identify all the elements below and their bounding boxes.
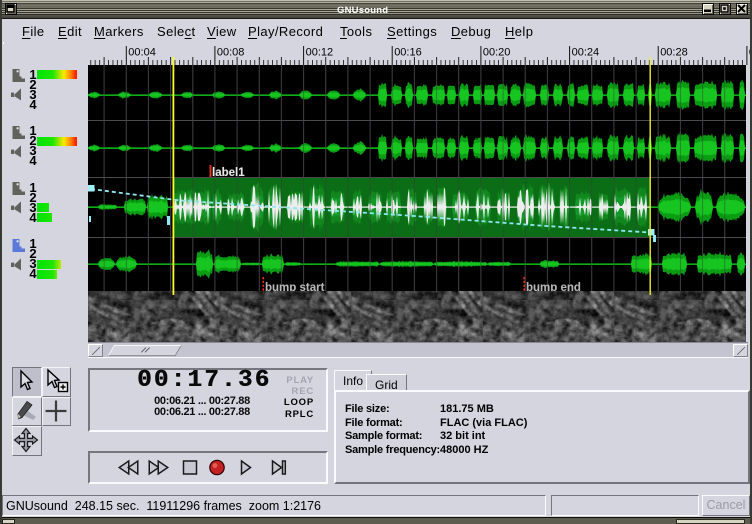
svg-text:bump start: bump start [265, 282, 325, 291]
svg-text:label1: label1 [212, 167, 245, 179]
svg-text:bump end: bump end [526, 282, 581, 291]
svg-text:00:28: 00:28 [660, 47, 688, 59]
svg-text:00:24: 00:24 [572, 47, 600, 59]
svg-text:00:16: 00:16 [394, 47, 422, 59]
svg-text:00:12: 00:12 [306, 47, 334, 59]
svg-text:00:04: 00:04 [128, 47, 156, 59]
svg-text:00:08: 00:08 [217, 47, 245, 59]
svg-text:00:20: 00:20 [483, 47, 511, 59]
